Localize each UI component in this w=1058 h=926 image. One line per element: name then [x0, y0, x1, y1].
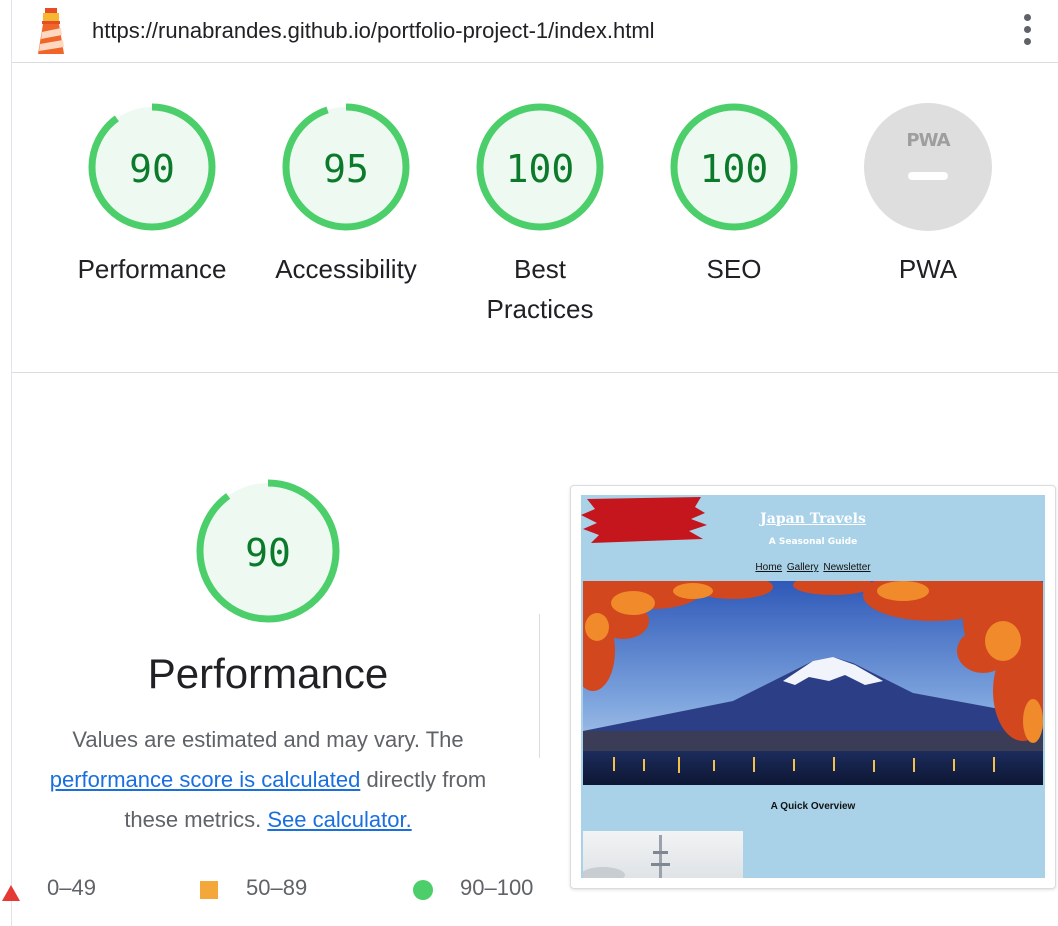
legend-range: 50–89 [246, 875, 308, 900]
gauge-accessibility[interactable]: 95 Accessibility [249, 101, 443, 289]
overview-heading: A Quick Overview [770, 801, 856, 812]
score-ring: 90 [88, 103, 216, 231]
score-value: 100 [700, 147, 769, 191]
gallery-thumbnail [583, 831, 743, 878]
more-vertical-icon[interactable] [1020, 14, 1034, 48]
lighthouse-icon [38, 8, 64, 54]
see-calculator-link[interactable]: See calculator. [267, 807, 411, 832]
average-square-icon [200, 881, 218, 899]
gauge-pwa[interactable]: PWA PWA [831, 101, 1025, 289]
site-brand: Japan Travels A Seasonal Guide [749, 507, 877, 557]
legend-range: 90–100 [460, 875, 534, 900]
gauge-label: Accessibility [275, 254, 417, 284]
brush-logo-icon [581, 497, 707, 543]
performance-score-value: 90 [245, 531, 291, 575]
gauge-seo[interactable]: 100 SEO [637, 101, 831, 289]
gauge-best-practices[interactable]: 100 Best Practices [443, 101, 637, 329]
description-text: Values are estimated and may vary. The [72, 727, 464, 752]
score-value: 90 [129, 147, 175, 191]
report-url-bar: https://runabrandes.github.io/portfolio-… [12, 0, 1058, 63]
mount-fuji-hero-image [583, 581, 1043, 785]
divider [539, 614, 540, 758]
score-calculated-link[interactable]: performance score is calculated [50, 767, 361, 792]
gauge-label: SEO [706, 254, 762, 284]
pwa-badge-text: PWA [906, 130, 950, 151]
gauge-performance[interactable]: 90 Performance [55, 101, 249, 289]
pwa-badge-icon: PWA [864, 103, 992, 231]
performance-score-gauge: 90 [196, 479, 340, 623]
score-ring: 100 [670, 103, 798, 231]
category-gauges: 90 Performance 95 Accessibility 100 Best… [12, 63, 1058, 373]
score-ring: 95 [282, 103, 410, 231]
nav-link: Home [755, 562, 783, 573]
performance-description: Values are estimated and may vary. The p… [20, 720, 516, 840]
legend-range: 0–49 [47, 875, 96, 900]
gauge-label: Best Practices [443, 249, 637, 329]
pass-circle-icon [413, 880, 433, 900]
score-scale-legend: 0–49 50–89 90–100 [0, 875, 560, 905]
score-value: 100 [506, 147, 575, 191]
score-value: 95 [323, 147, 369, 191]
site-subtitle: A Seasonal Guide [768, 537, 858, 547]
site-title: Japan Travels [760, 511, 866, 527]
gauge-label-line: Practices [486, 294, 594, 324]
lighthouse-report: https://runabrandes.github.io/portfolio-… [0, 0, 1058, 926]
performance-title: Performance [147, 650, 389, 697]
fail-triangle-icon [2, 885, 20, 901]
nav-link: Gallery [786, 562, 819, 573]
gauge-label: Performance [77, 254, 227, 284]
gauge-label-line: Best [513, 254, 567, 284]
report-url: https://runabrandes.github.io/portfolio-… [92, 18, 655, 43]
score-ring: 100 [476, 103, 604, 231]
nav-link: Newsletter [823, 562, 871, 573]
pagoda-image [583, 835, 670, 878]
final-screenshot[interactable]: Japan Travels A Seasonal Guide Home Gall… [570, 485, 1056, 889]
gauge-label: PWA [898, 254, 958, 284]
site-nav: Home Gallery Newsletter [581, 562, 1045, 573]
screenshot-image: Japan Travels A Seasonal Guide Home Gall… [581, 495, 1045, 878]
